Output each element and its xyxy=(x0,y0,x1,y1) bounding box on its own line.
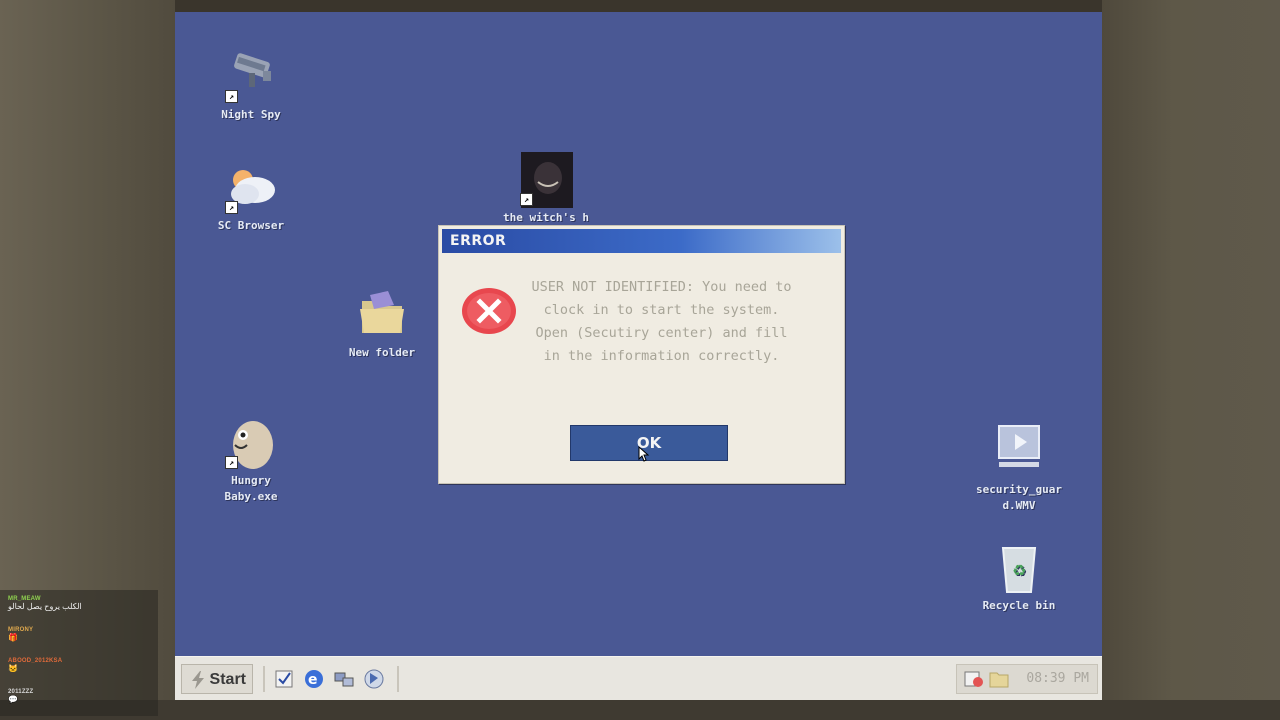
network-icon[interactable] xyxy=(333,668,355,690)
monitor-bezel-bottom xyxy=(0,700,1280,720)
desktop-icon-label: Recycle bin xyxy=(982,599,1056,612)
start-button[interactable]: Start xyxy=(181,664,253,694)
desktop-icon-security-guard-video[interactable]: security_guard.WMV xyxy=(964,424,1074,514)
chat-text: الكلب يروح يصل لحالو xyxy=(8,602,82,611)
chat-message: MR_MEAW الكلب يروح يصل لحالو xyxy=(8,596,82,611)
desktop-icon-hungry-baby[interactable]: ↗ Hungry Baby.exe xyxy=(196,415,306,505)
dialog-title: ERROR xyxy=(450,233,507,249)
svg-text:e: e xyxy=(308,672,318,688)
witch-portrait-icon: ↗ xyxy=(518,152,574,208)
gift-emote-icon: 🎁 xyxy=(8,633,18,642)
start-label: Start xyxy=(209,671,246,688)
shortcut-arrow-icon: ↗ xyxy=(225,201,238,214)
calendar-clock-icon[interactable] xyxy=(963,669,985,689)
svg-text:♻: ♻ xyxy=(1012,561,1026,580)
taskbar-separator xyxy=(397,666,399,692)
error-message: USER NOT IDENTIFIED: You need to clock i… xyxy=(531,279,792,364)
stream-chat-overlay: MR_MEAW الكلب يروح يصل لحالو MIRONY 🎁 AB… xyxy=(0,590,158,716)
cloud-sun-icon: ↗ xyxy=(223,160,279,216)
monitor-bezel-top xyxy=(0,0,1280,12)
clock: 08:39 PM xyxy=(1026,671,1089,686)
folder-small-icon[interactable] xyxy=(989,670,1009,688)
cat-emote-icon: 🐱 xyxy=(8,664,18,673)
mouse-cursor-icon xyxy=(638,446,650,462)
desktop-icon-label: Hungry Baby.exe xyxy=(224,474,278,503)
desktop-icon-label: security_guard.WMV xyxy=(975,483,1063,512)
folder-icon xyxy=(354,287,410,343)
desktop-icon-recycle-bin[interactable]: ♻ Recycle bin xyxy=(964,540,1074,614)
arrow-tool-icon[interactable] xyxy=(363,668,385,690)
error-dialog: ERROR USER NOT IDENTIFIED: You need to c… xyxy=(438,225,845,484)
start-lightning-icon xyxy=(192,671,204,689)
chat-message: ABOOD_2012KSA 🐱 xyxy=(8,658,62,673)
desktop-icon-label: New folder xyxy=(348,346,416,359)
chat-bubble-emote-icon: 💬 xyxy=(8,695,18,704)
desktop-icon-witch[interactable]: ↗ the witch's h xyxy=(491,152,601,226)
shortcut-arrow-icon: ↗ xyxy=(225,456,238,469)
desktop-icon-label: the witch's h xyxy=(502,211,590,224)
dialog-title-bar[interactable]: ERROR xyxy=(442,229,841,253)
recycle-bin-icon: ♻ xyxy=(991,540,1047,596)
error-x-icon xyxy=(462,288,516,334)
video-file-icon xyxy=(991,424,1047,480)
checklist-icon[interactable] xyxy=(273,668,295,690)
shortcut-arrow-icon: ↗ xyxy=(520,193,533,206)
desktop-icon-new-folder[interactable]: New folder xyxy=(327,287,437,361)
desktop-icon-sc-browser[interactable]: ↗ SC Browser xyxy=(196,160,306,234)
chat-message: MIRONY 🎁 xyxy=(8,627,33,642)
system-tray: 08:39 PM xyxy=(956,664,1098,694)
desktop-icon-night-spy[interactable]: ↗ Night Spy xyxy=(196,49,306,123)
desktop-screen: ↗ Night Spy ↗ SC Browser New folder ↗ Hu… xyxy=(175,12,1102,700)
desktop-icon-label: Night Spy xyxy=(221,108,281,121)
chat-message: 2011ZZZ 💬 xyxy=(8,689,33,704)
browser-e-icon[interactable]: e xyxy=(303,668,325,690)
taskbar: Start e 08:39 PM xyxy=(175,656,1102,700)
egg-creature-icon: ↗ xyxy=(223,415,279,471)
security-camera-icon: ↗ xyxy=(223,49,279,105)
monitor-bezel-right xyxy=(1102,0,1280,720)
desktop-icon-label: SC Browser xyxy=(217,219,285,232)
taskbar-separator xyxy=(263,666,265,692)
shortcut-arrow-icon: ↗ xyxy=(225,90,238,103)
